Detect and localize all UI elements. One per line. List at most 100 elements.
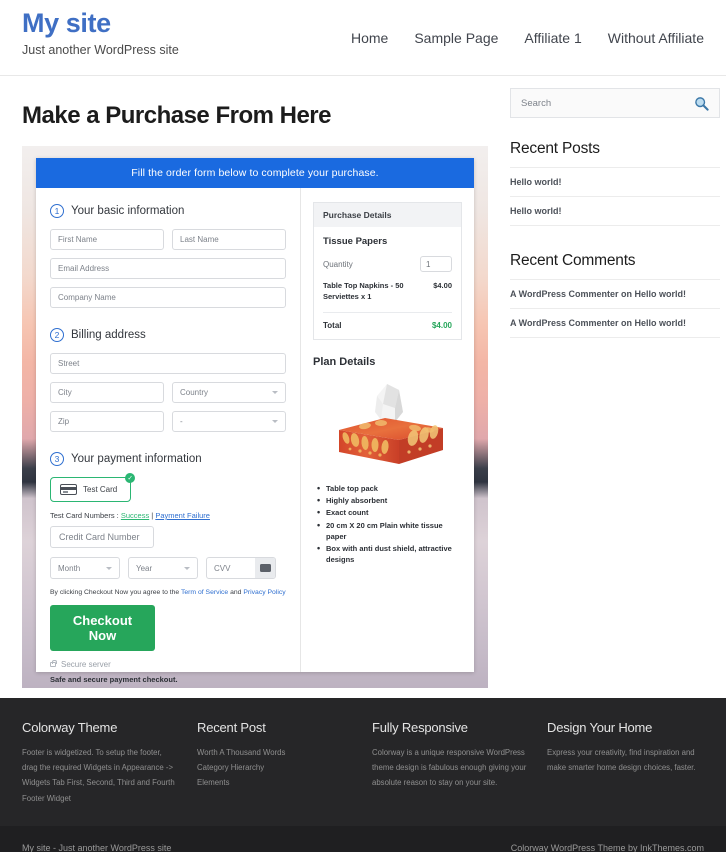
test-card-label: Test Card: [83, 485, 118, 494]
footer-widget-1-text: Footer is widgetized. To setup the foote…: [22, 748, 175, 803]
product-image: [313, 378, 462, 473]
expiry-month-select[interactable]: Month: [50, 557, 120, 579]
details-side: Purchase Details Tissue Papers Quantity …: [301, 188, 474, 672]
list-item[interactable]: Worth A Thousand Words: [197, 745, 354, 760]
footer-widget-1: Colorway Theme Footer is widgetized. To …: [22, 720, 179, 806]
test-card-numbers-note: Test Card Numbers : Success | Payment Fa…: [50, 511, 286, 520]
quantity-row: Quantity 1: [323, 256, 452, 272]
zip-state-row: Zip -: [50, 411, 286, 432]
zip-input[interactable]: Zip: [50, 411, 164, 432]
test-card-numbers-prefix: Test Card Numbers :: [50, 511, 121, 520]
card-body: 1 Your basic information First Name Last…: [36, 188, 474, 684]
footer-widget-3-title: Fully Responsive: [372, 720, 468, 735]
last-name-input[interactable]: Last Name: [172, 229, 286, 250]
list-item[interactable]: Hello world!: [510, 196, 720, 226]
copyright-left: My site - Just another WordPress site: [22, 842, 172, 852]
step-payment-information: 3 Your payment information: [50, 452, 286, 466]
step-2-label: Billing address: [71, 329, 146, 341]
footer-widget-3-text: Colorway is a unique responsive WordPres…: [372, 748, 527, 788]
footer-widget-4-text: Express your creativity, find inspiratio…: [547, 748, 696, 773]
site-title[interactable]: My site: [22, 8, 179, 39]
step-3-label: Your payment information: [71, 453, 202, 465]
link-term-of-service[interactable]: Term of Service: [181, 589, 228, 596]
list-item[interactable]: Hello world!: [510, 167, 720, 196]
line-item-price: $4.00: [433, 281, 452, 290]
chevron-down-icon: [106, 566, 112, 570]
list-item: Table top pack: [317, 482, 462, 496]
company-input[interactable]: Company Name: [50, 287, 286, 308]
list-item[interactable]: Elements: [197, 775, 354, 790]
recent-comments-list: A WordPress Commenter on Hello world! A …: [510, 279, 720, 338]
state-select[interactable]: -: [172, 411, 286, 432]
expiry-year-value: Year: [136, 563, 153, 573]
page-title: Make a Purchase From Here: [22, 102, 331, 129]
nav-item-sample-page[interactable]: Sample Page: [414, 30, 498, 46]
cvv-input[interactable]: CVV: [206, 557, 276, 579]
site-branding[interactable]: My site Just another WordPress site: [22, 0, 179, 57]
quantity-input[interactable]: 1: [420, 256, 452, 272]
footer-recent-post-list: Worth A Thousand Words Category Hierarch…: [197, 745, 354, 791]
search-icon[interactable]: [694, 96, 709, 111]
secure-server-row: Secure server: [50, 659, 286, 669]
step-billing-address: 2 Billing address: [50, 328, 286, 342]
list-item[interactable]: Category Hierarchy: [197, 760, 354, 775]
nav-item-home[interactable]: Home: [351, 30, 388, 46]
country-select-value: Country: [180, 388, 209, 397]
primary-navigation: Home Sample Page Affiliate 1 Without Aff…: [351, 0, 704, 46]
purchase-details-box: Purchase Details Tissue Papers Quantity …: [313, 202, 462, 340]
copyright-bar: My site - Just another WordPress site Co…: [0, 825, 726, 852]
country-select[interactable]: Country: [172, 382, 286, 403]
footer-widget-4: Design Your Home Express your creativity…: [547, 720, 704, 806]
search-widget[interactable]: Search: [510, 88, 720, 118]
expiry-year-select[interactable]: Year: [128, 557, 198, 579]
product-name: Tissue Papers: [323, 236, 388, 247]
street-input[interactable]: Street: [50, 353, 286, 374]
plan-details-heading: Plan Details: [313, 355, 376, 368]
name-field-row: First Name Last Name: [50, 229, 286, 250]
link-payment-failure[interactable]: Payment Failure: [155, 511, 210, 520]
nav-item-affiliate-1[interactable]: Affiliate 1: [524, 30, 581, 46]
total-label: Total: [323, 320, 342, 330]
list-item[interactable]: A WordPress Commenter on Hello world!: [510, 279, 720, 308]
list-item: 20 cm X 20 cm Plain white tissue paper: [317, 519, 462, 543]
city-country-row: City Country: [50, 382, 286, 403]
first-name-input[interactable]: First Name: [50, 229, 164, 250]
link-success[interactable]: Success: [121, 511, 149, 520]
list-item: Exact count: [317, 506, 462, 520]
recent-posts-title: Recent Posts: [510, 140, 600, 157]
lock-icon: [50, 659, 57, 667]
cvv-card-icon: [255, 558, 275, 578]
test-card-option[interactable]: Test Card ✓: [50, 473, 136, 502]
company-field-row: Company Name: [50, 287, 286, 308]
expiry-month-value: Month: [58, 563, 81, 573]
check-circle-icon: ✓: [125, 473, 136, 483]
city-input[interactable]: City: [50, 382, 164, 403]
site-header: My site Just another WordPress site Home…: [0, 0, 726, 76]
expiry-cvv-row: Month Year CVV: [50, 557, 286, 579]
order-form-banner: Fill the order form below to complete yo…: [36, 158, 474, 188]
cvv-placeholder: CVV: [214, 563, 231, 573]
list-item: Box with anti dust shield, attractive de…: [317, 542, 462, 566]
secure-server-label: Secure server: [61, 660, 111, 669]
site-tagline: Just another WordPress site: [22, 42, 179, 57]
step-basic-information: 1 Your basic information: [50, 204, 286, 218]
email-input[interactable]: Email Address: [50, 258, 286, 279]
email-field-row: Email Address: [50, 258, 286, 279]
link-privacy-policy[interactable]: Privacy Policy: [243, 589, 285, 596]
terms-prefix: By clicking Checkout Now you agree to th…: [50, 589, 181, 596]
total-row: Total $4.00: [323, 321, 452, 330]
footer-widget-4-title: Design Your Home: [547, 720, 653, 735]
sidebar: Search Recent Posts Hello world! Hello w…: [510, 76, 720, 688]
list-item[interactable]: A WordPress Commenter on Hello world!: [510, 308, 720, 338]
recent-posts-list: Hello world! Hello world!: [510, 167, 720, 226]
credit-card-number-input[interactable]: Credit Card Number: [50, 526, 154, 548]
checkout-now-button[interactable]: Checkout Now: [50, 605, 155, 651]
copyright-right[interactable]: Colorway WordPress Theme by InkThemes.co…: [511, 843, 704, 852]
search-input[interactable]: Search: [521, 98, 551, 109]
total-amount: $4.00: [431, 320, 452, 330]
site-footer: Colorway Theme Footer is widgetized. To …: [0, 698, 726, 826]
recent-comments-title: Recent Comments: [510, 252, 636, 269]
step-2-number: 2: [50, 328, 64, 342]
nav-item-without-affiliate[interactable]: Without Affiliate: [608, 30, 704, 46]
